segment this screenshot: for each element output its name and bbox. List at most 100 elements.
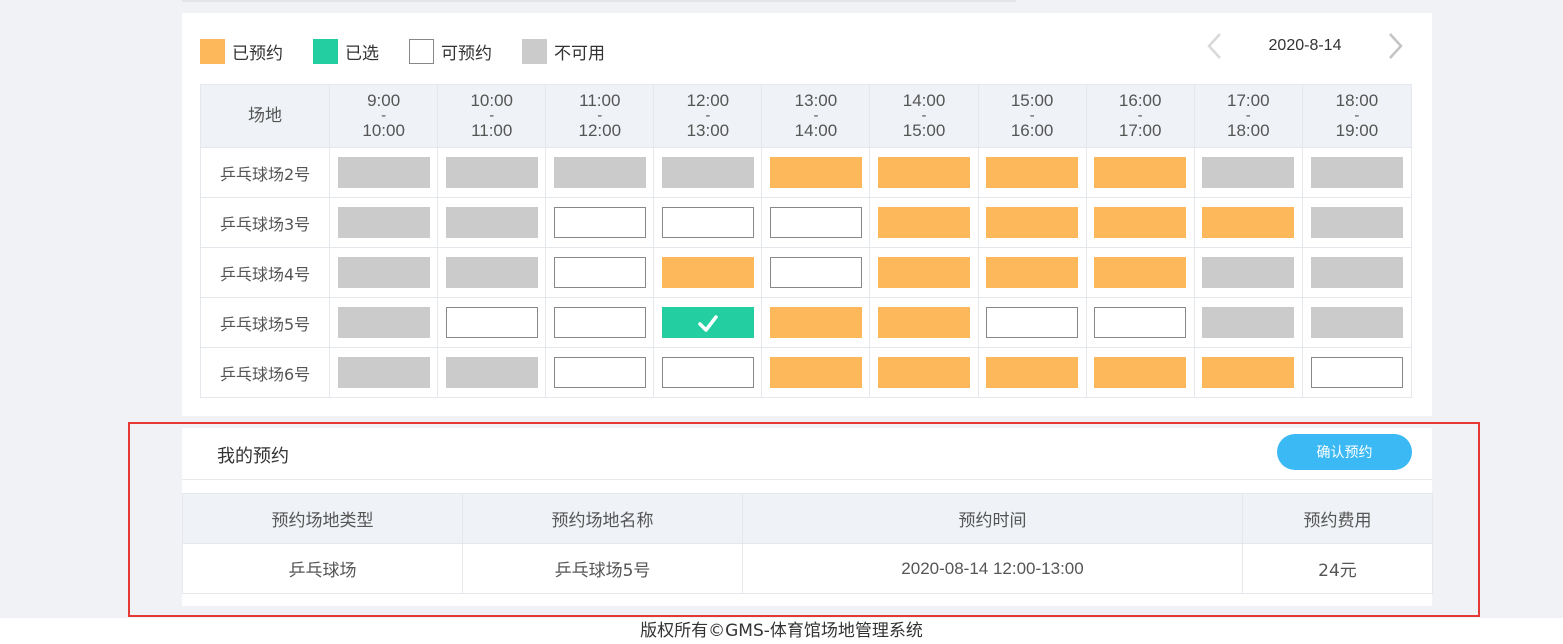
footer: 版权所有©GMS-体育馆场地管理系统 — [0, 618, 1563, 644]
slot-cell — [869, 197, 979, 248]
slot-unavailable — [337, 357, 430, 388]
time-slot-sep: - — [705, 107, 711, 124]
time-slot-end: 13:00 — [686, 121, 730, 140]
slot-unavailable — [445, 357, 538, 388]
time-slot-header: 11:00-12:00 — [545, 84, 655, 148]
slot-cell — [1193, 197, 1303, 248]
slot-booked — [1094, 207, 1187, 238]
time-slot-sep: - — [921, 107, 927, 124]
slot-cell — [437, 147, 547, 198]
legend-swatch-unavailable — [522, 38, 547, 64]
slot-unavailable — [337, 257, 430, 288]
venue-column-header: 场地 — [199, 84, 331, 148]
slot-selected[interactable] — [661, 307, 754, 338]
slot-unavailable — [445, 207, 538, 238]
slot-cell — [329, 247, 439, 298]
slot-available[interactable] — [986, 307, 1079, 338]
slot-booked — [878, 307, 971, 338]
slot-cell — [545, 297, 655, 348]
legend-item-available: 可预约 — [409, 38, 492, 64]
slot-cell — [545, 347, 655, 398]
slot-available[interactable] — [769, 207, 862, 238]
slot-cell — [869, 247, 979, 298]
next-date-button[interactable] — [1380, 29, 1410, 63]
slot-available[interactable] — [553, 307, 646, 338]
slot-available[interactable] — [553, 207, 646, 238]
slot-cell — [329, 297, 439, 348]
legend-item-booked: 已预约 — [200, 38, 283, 64]
slot-cell — [545, 197, 655, 248]
slot-available[interactable] — [769, 257, 862, 288]
slot-available[interactable] — [553, 257, 646, 288]
slot-booked — [769, 357, 862, 388]
legend: 已预约 已选 可预约 不可用 — [200, 38, 635, 64]
slot-booked — [986, 207, 1079, 238]
time-slot-header: 9:00-10:00 — [329, 84, 439, 148]
time-slot-header: 12:00-13:00 — [653, 84, 763, 148]
prev-date-button[interactable] — [1200, 29, 1230, 63]
schedule-body: 乒乓球场2号 乒乓球场3号 乒乓球场4号 乒乓球场5号 乒乓球场6号 — [199, 147, 1413, 398]
booking-panel: 已预约 已选 可预约 不可用 2020-8-14 场地 9:00 - 10:00… — [182, 13, 1432, 416]
time-slot-sep: - — [1029, 107, 1035, 124]
slot-cell — [545, 247, 655, 298]
slot-booked — [661, 257, 754, 288]
legend-swatch-selected — [313, 38, 338, 64]
time-slot-end: 17:00 — [1118, 121, 1162, 140]
slot-cell — [1085, 197, 1195, 248]
slot-unavailable — [445, 257, 538, 288]
slot-cell — [1301, 197, 1413, 248]
time-slot-end: 15:00 — [902, 121, 946, 140]
time-slot-header: 10:00-11:00 — [437, 84, 547, 148]
time-slot-header: 15:00-16:00 — [977, 84, 1087, 148]
slot-cell — [437, 297, 547, 348]
footer-copyright: 版权所有©GMS-体育馆场地管理系统 — [640, 621, 923, 641]
slot-cell — [437, 247, 547, 298]
date-navigator: 2020-8-14 — [1200, 29, 1410, 63]
time-slot-end: 18:00 — [1226, 121, 1270, 140]
slot-booked — [986, 357, 1079, 388]
slot-cell — [761, 247, 871, 298]
slot-cell — [977, 297, 1087, 348]
venue-row: 乒乓球场4号 — [199, 247, 1413, 298]
time-slot-sep: - — [1245, 107, 1251, 124]
time-slot-sep: - — [1354, 107, 1360, 124]
venue-row: 乒乓球场2号 — [199, 147, 1413, 198]
slot-booked — [878, 157, 971, 188]
time-slot-header: 16:00-17:00 — [1085, 84, 1195, 148]
slot-booked — [1202, 207, 1295, 238]
current-date: 2020-8-14 — [1268, 37, 1342, 54]
slot-cell — [653, 197, 763, 248]
slot-cell — [437, 197, 547, 248]
slot-available[interactable] — [1310, 357, 1403, 388]
slot-available[interactable] — [661, 357, 754, 388]
time-slot-end: 19:00 — [1335, 121, 1379, 140]
slot-cell — [869, 297, 979, 348]
slot-cell — [437, 347, 547, 398]
venue-row: 乒乓球场6号 — [199, 347, 1413, 398]
legend-swatch-available — [409, 38, 434, 64]
slot-booked — [769, 307, 862, 338]
slot-unavailable — [337, 157, 430, 188]
time-slot-sep: - — [381, 107, 387, 124]
slot-cell — [761, 147, 871, 198]
slot-unavailable — [1310, 157, 1403, 188]
legend-item-unavailable: 不可用 — [522, 38, 605, 64]
slot-cell — [1085, 297, 1195, 348]
slot-available[interactable] — [445, 307, 538, 338]
slot-available[interactable] — [553, 357, 646, 388]
slot-available[interactable] — [1094, 307, 1187, 338]
venue-name: 乒乓球场2号 — [199, 147, 331, 198]
slot-cell — [1301, 147, 1413, 198]
slot-cell — [977, 147, 1087, 198]
venue-row: 乒乓球场5号 — [199, 297, 1413, 348]
slot-unavailable — [337, 307, 430, 338]
slot-cell — [329, 197, 439, 248]
slot-available[interactable] — [661, 207, 754, 238]
schedule-grid: 场地 9:00-10:00 10:00-11:00 11:00-12:00 12:00… — [199, 84, 1413, 398]
checkmark-icon — [698, 314, 718, 332]
slot-booked — [878, 257, 971, 288]
slot-unavailable — [1202, 257, 1295, 288]
slot-booked — [1094, 157, 1187, 188]
time-slot-end: 12:00 — [578, 121, 622, 140]
slot-cell — [1085, 247, 1195, 298]
